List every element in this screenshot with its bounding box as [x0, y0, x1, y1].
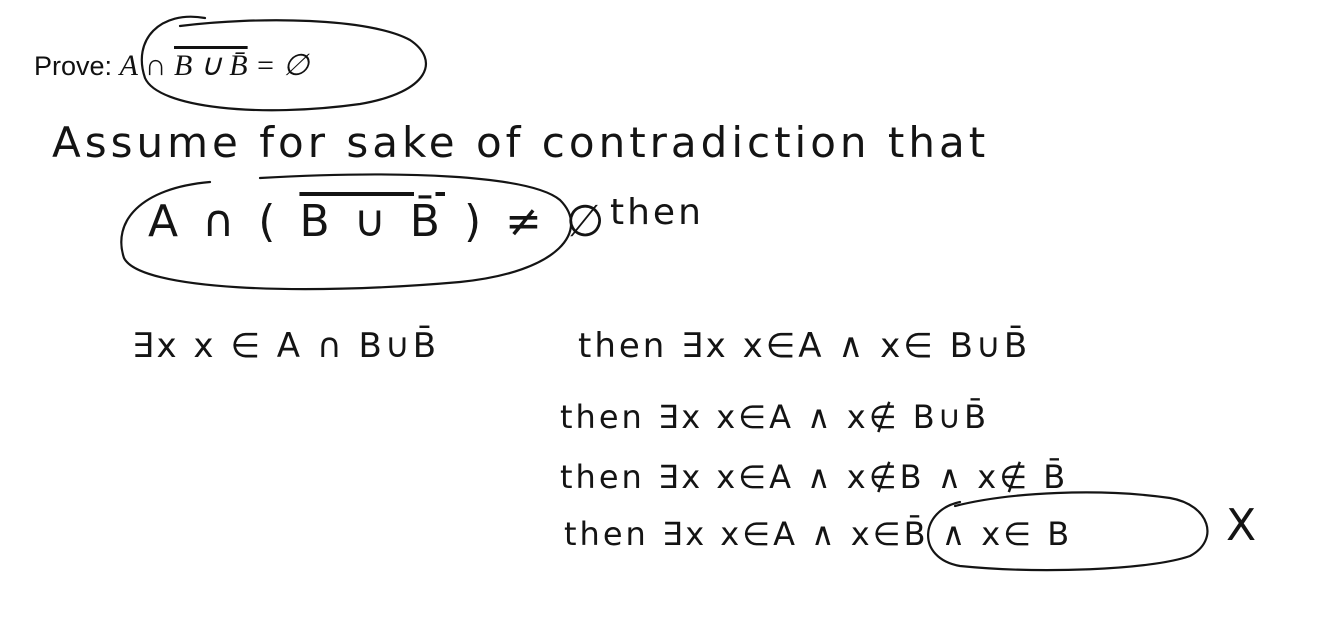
proof-step-3: then ∃x x∈A ∧ x∉ B∪B̄	[560, 398, 990, 436]
prove-label: Prove:	[34, 51, 113, 81]
proof-step-2: then ∃x x∈A ∧ x∈ B∪B̄	[578, 326, 1031, 366]
assume-line: Assume for sake of contradiction that	[52, 118, 990, 167]
proof-step-4: then ∃x x∈A ∧ x∉B ∧ x∉ B̄	[560, 458, 1069, 496]
negated-overlined: B ∪ B̄	[299, 196, 445, 247]
negated-prefix: A ∩ (	[148, 196, 300, 247]
negated-suffix: ) ≠ ∅	[445, 196, 610, 247]
then-label: then	[610, 192, 704, 233]
statement-suffix: = ∅	[247, 49, 310, 82]
whiteboard-page: Prove: A ∩ B ∪ B̄ = ∅ Assume for sake of…	[0, 0, 1326, 622]
proof-step-1: ∃x x ∈ A ∩ B∪B̄	[132, 326, 440, 366]
contradiction-mark: X	[1226, 500, 1257, 551]
prove-statement: Prove: A ∩ B ∪ B̄ = ∅	[34, 48, 309, 83]
negated-statement: A ∩ ( B ∪ B̄ ) ≠ ∅	[148, 196, 609, 247]
statement-prefix: A ∩	[119, 49, 175, 82]
statement-overlined: B ∪ B̄	[174, 49, 248, 82]
proof-step-5: then ∃x x∈A ∧ x∈B̄ ∧ x∈ B	[564, 515, 1073, 553]
